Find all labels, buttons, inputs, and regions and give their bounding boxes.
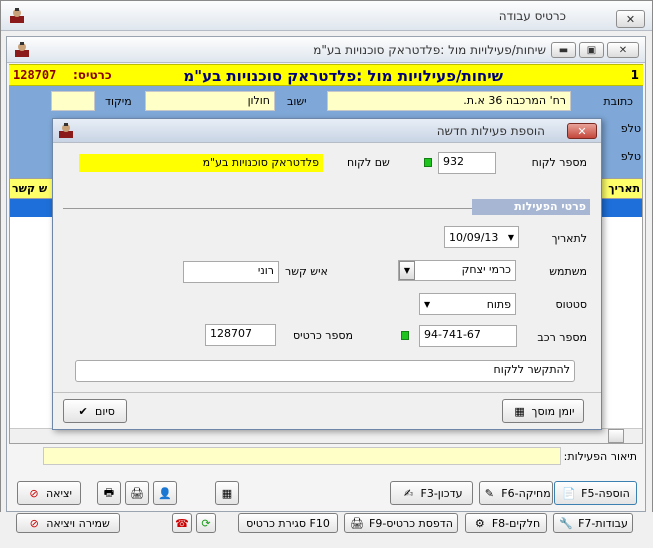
outer-close-button[interactable]: ✕ [616,10,645,28]
exit-icon: ⊘ [29,486,39,500]
grid-col-contact[interactable]: ש קשר [12,182,47,195]
minimize-button[interactable]: ▬ [551,42,576,58]
user-label: משתמש [549,265,587,278]
zip-label: מיקוד [105,95,132,108]
contact-label: איש קשר [285,265,328,278]
refresh-button[interactable]: ⟳ [196,513,216,533]
parts-icon: ⚙ [474,516,485,530]
vehicle-label: מספר רכב [537,331,587,344]
add-activity-dialog: הוספת פעילות חדשה ✕ מספר לקוח 932 שם לקו… [52,118,602,430]
card-number-field[interactable]: 128707 [205,324,276,346]
inner-close-button[interactable]: ✕ [607,42,639,58]
customer-name-field: פלדטראק סוכנויות בע"מ [79,154,323,172]
horizontal-scrollbar[interactable] [10,428,642,443]
close-card-button[interactable]: סגירת כרטיס F10 [238,513,338,533]
print-card-button[interactable]: 🖨 F9-הדפסת כרטיס [344,513,458,533]
inner-titlebar: שיחות/פעילויות מול :פלדטראק סוכנויות בע"… [7,37,645,63]
vehicle-indicator [401,331,409,340]
customer-number-field[interactable]: 932 [438,152,496,174]
calculator-icon: ▦ [221,486,233,500]
app-icon [9,8,25,27]
status-label: סטטוס [555,298,587,311]
dialog-close-button[interactable]: ✕ [567,123,597,139]
card-label: כרטיס: [73,68,112,82]
address-field[interactable]: רח' המרכבה 36 א.ת. [327,91,571,111]
refresh-icon: ⟳ [201,516,211,530]
user-select[interactable]: כרמי יצחק [398,260,516,281]
phone-button[interactable]: ☎ [172,513,192,533]
jobs-button[interactable]: 🔧 F7-עבודות [553,513,633,533]
phone-label-1: טלפ [620,122,641,135]
zip-field[interactable] [51,91,95,111]
dialog-button-divider [53,392,601,393]
print-button[interactable]: 🖶 [97,481,121,505]
city-field[interactable]: חולון [145,91,275,111]
city-label: ישוב [287,95,307,108]
header-bar: 1 שיחות/פעילויות מול :פלדטראק סוכנויות ב… [9,64,643,86]
vehicle-field[interactable]: 94-741-67 [419,325,517,347]
dialog-title: הוספת פעילות חדשה [436,124,545,138]
card-number: 128707 [13,68,57,82]
inner-app-icon [14,42,30,61]
phone-icon: ☎ [175,516,189,530]
dialog-titlebar: הוספת פעילות חדשה ✕ [53,119,601,143]
update-icon: ✍ [403,486,414,500]
address-label: כתובת [603,95,633,108]
user-dropdown-button[interactable]: ▼ [399,261,415,280]
user-button[interactable]: 👤 [153,481,177,505]
exit-button[interactable]: ⊘ יציאה [17,481,81,505]
section-title: פרטי הפעילות [472,199,590,215]
header-index: 1 [630,68,639,82]
contact-field[interactable]: רוני [183,261,279,283]
user-icon: 👤 [158,486,172,500]
customer-number-indicator [424,158,432,167]
outer-window-title: כרטיס עבודה [498,9,566,23]
save-exit-icon: ⊘ [29,516,39,530]
add-icon: 📄 [562,486,576,500]
outer-titlebar: כרטיס עבודה ✕ [1,1,652,31]
section-divider [63,208,473,209]
status-select[interactable]: ▼ פתוח [419,293,516,315]
update-button[interactable]: ✍ F3-עדכון [390,481,473,505]
delete-button[interactable]: ✎ F6-מחיקה [479,481,553,505]
print-list-button[interactable]: 🖨 [125,481,149,505]
maximize-button[interactable]: ▣ [579,42,604,58]
printer-icon: 🖶 [103,485,115,499]
delete-icon: ✎ [484,486,494,500]
chevron-down-icon: ▼ [424,299,431,309]
phone-label-2: טלפ [620,150,641,163]
dialog-app-icon [58,123,74,142]
save-exit-button[interactable]: ⊘ שמירה ויציאה [16,513,120,533]
finish-button[interactable]: ✔ סיום [63,399,127,423]
date-label: לתאריך [551,232,587,245]
print-list-icon: 🖨 [130,486,144,500]
activity-desc-field[interactable] [43,447,561,465]
print-card-icon: 🖨 [350,516,364,530]
activity-desc-label: תיאור הפעילות: [563,450,637,463]
grid-col-date[interactable]: תאריך [608,182,640,195]
jobs-icon: 🔧 [559,516,573,530]
bottom-bar: 🔧 F7-עבודות ⚙ F8-חלקים 🖨 F9-הדפסת כרטיס סגי… [0,512,653,548]
calendar-icon: ▦ [514,404,525,418]
chevron-down-icon: ▼ [403,266,411,275]
inner-window-title: שיחות/פעילויות מול :פלדטראק סוכנויות בע"… [313,43,546,57]
note-field[interactable]: להתקשר ללקוח [75,360,575,382]
customer-number-label: מספר לקוח [531,156,587,169]
chevron-down-icon: ▼ [507,232,514,242]
add-button[interactable]: 📄 F5-הוספה [554,481,637,505]
finish-icon: ✔ [78,404,88,418]
parts-button[interactable]: ⚙ F8-חלקים [465,513,547,533]
calculator-button[interactable]: ▦ [215,481,239,505]
date-picker[interactable]: 10/09/13 ▼ [444,226,519,248]
header-title: שיחות/פעילויות מול :פלדטראק סוכנויות בע"… [183,67,503,85]
scrollbar-thumb[interactable] [608,429,624,443]
customer-name-label: שם לקוח [347,156,390,169]
garage-calendar-button[interactable]: ▦ יומן מוסך [502,399,584,423]
card-number-label: מספר כרטיס [293,329,353,342]
